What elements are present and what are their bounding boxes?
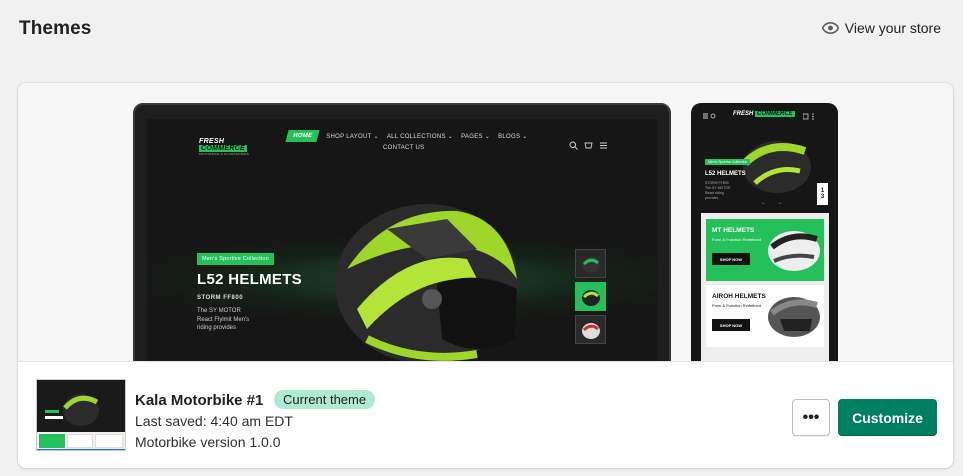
theme-info-bar: Kala Motorbike #1 Current theme Last sav… xyxy=(18,362,953,468)
theme-version-text: Motorbike version 1.0.0 xyxy=(135,434,281,450)
collection-card: AIROH HELMETS Form & Function Redefined … xyxy=(706,285,824,347)
nav-item: PAGES ⌄ xyxy=(461,133,491,140)
mobile-hero-sub: STORM FF800 The SY MOTOR React riding pr… xyxy=(705,181,731,200)
mobile-logo: FRESH COMMERCE xyxy=(733,111,795,117)
thumbnail-block xyxy=(95,434,123,448)
pager-total: 3 xyxy=(820,194,825,200)
nav-item-contact: CONTACT US xyxy=(383,145,425,151)
hero-description: The SY MOTOR React Flylmit Men's riding … xyxy=(197,308,250,331)
mobile-collections: MT HELMETS Form & Function Redefined SHO… xyxy=(701,213,829,361)
theme-thumbnail xyxy=(36,379,126,451)
theme-preview[interactable]: FRESH COMMERCE MOTORBIKE & ACCESSORIES H… xyxy=(18,83,953,361)
collection-card: MT HELMETS Form & Function Redefined SHO… xyxy=(706,219,824,281)
hero-collection-tag: Men's Sportive Collection xyxy=(197,253,274,265)
thumbnail-block xyxy=(67,434,93,448)
theme-name: Kala Motorbike #1 xyxy=(135,392,264,409)
more-vertical-icon xyxy=(802,113,815,122)
logo-text-a: FRESH xyxy=(199,138,225,145)
collection-desc: Form & Function Redefined xyxy=(712,303,761,308)
current-theme-card: FRESH COMMERCE MOTORBIKE & ACCESSORIES H… xyxy=(18,83,953,468)
logo-text-a: FRESH xyxy=(733,111,754,117)
customize-button[interactable]: Customize xyxy=(838,399,937,436)
helmet-image xyxy=(768,231,820,271)
mobile-hero-heading: L52 HELMETS xyxy=(705,171,746,177)
current-theme-badge: Current theme xyxy=(274,390,376,409)
logo-tagline: MOTORBIKE & ACCESSORIES xyxy=(199,152,250,156)
collection-title: AIROH HELMETS xyxy=(712,293,766,300)
collection-title: MT HELMETS xyxy=(712,227,755,234)
mobile-preview-screen: Men's Sportive Collection L52 HELMETS ST… xyxy=(701,129,829,361)
helmet-image xyxy=(327,189,527,361)
slider-arrows: ← → xyxy=(761,200,787,206)
thumbnail-block xyxy=(39,434,65,448)
page-title: Themes xyxy=(19,18,92,39)
desktop-preview: FRESH COMMERCE MOTORBIKE & ACCESSORIES H… xyxy=(133,103,671,361)
last-saved-text: Last saved: 4:40 am EDT xyxy=(135,413,293,429)
menu-icon xyxy=(599,141,608,152)
mobile-hero: Men's Sportive Collection L52 HELMETS ST… xyxy=(701,129,829,207)
collection-desc: Form & Function Redefined xyxy=(712,237,761,242)
hero-subheading: STORM FF800 xyxy=(197,295,244,301)
shop-now-button: SHOP NOW xyxy=(712,319,750,331)
mobile-preview: FRESH COMMERCE Men's Sportive Collection… xyxy=(691,103,838,361)
thumbnail-bar xyxy=(37,449,125,450)
eye-icon xyxy=(821,22,839,34)
shop-now-button: SHOP NOW xyxy=(712,253,750,265)
menu-icon xyxy=(703,113,717,121)
hero-heading: L52 HELMETS xyxy=(197,271,302,288)
logo-text-b: COMMERCE xyxy=(199,145,248,152)
store-nav: HOME SHOP LAYOUT ⌄ ALL COLLECTIONS ⌄ PAG… xyxy=(285,130,528,142)
store-header-icons xyxy=(569,141,608,152)
view-store-link[interactable]: View your store xyxy=(821,20,941,36)
thumbnail-hero xyxy=(37,380,125,432)
nav-item: ALL COLLECTIONS ⌄ xyxy=(386,133,454,140)
search-icon xyxy=(569,141,578,152)
helmet-thumbnail xyxy=(575,282,606,311)
cart-icon xyxy=(584,141,593,152)
mobile-hero-tag: Men's Sportive Collection xyxy=(705,159,751,165)
helmet-image xyxy=(768,297,820,337)
slider-pager: 13 xyxy=(817,183,828,205)
helmet-thumbnail xyxy=(575,249,606,278)
mobile-header: FRESH COMMERCE xyxy=(691,103,838,129)
nav-item: HOME xyxy=(285,130,320,142)
helmet-thumbnail xyxy=(575,315,606,344)
desktop-preview-screen: FRESH COMMERCE MOTORBIKE & ACCESSORIES H… xyxy=(147,119,657,361)
more-actions-button[interactable]: ••• xyxy=(792,399,830,436)
hero-thumbnails xyxy=(575,249,606,344)
view-store-label: View your store xyxy=(844,20,941,36)
store-logo: FRESH COMMERCE MOTORBIKE & ACCESSORIES xyxy=(199,138,261,156)
logo-text-b: COMMERCE xyxy=(755,111,795,117)
more-horizontal-icon: ••• xyxy=(802,408,820,426)
nav-item: BLOGS ⌄ xyxy=(498,133,528,140)
nav-item: SHOP LAYOUT ⌄ xyxy=(326,133,379,140)
